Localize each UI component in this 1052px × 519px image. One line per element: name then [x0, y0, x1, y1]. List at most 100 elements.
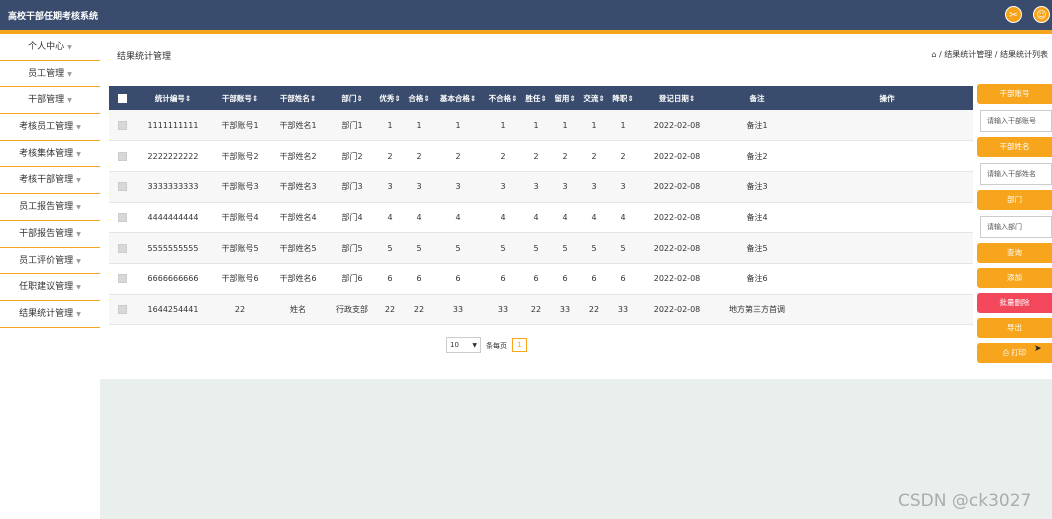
home-icon[interactable]: ⌂ [931, 50, 936, 59]
table-cell: 3 [562, 182, 568, 192]
table-cell: 33 [617, 304, 629, 314]
page-number[interactable]: 1 [512, 338, 527, 352]
table-cell: 2 [500, 151, 506, 161]
account-label: 干部账号 [977, 84, 1052, 104]
printer-icon: ⎙ [1002, 348, 1012, 357]
sort-icon[interactable]: ⇕ [356, 94, 362, 103]
result-table: 统计编号⇕ 干部账号⇕ 干部姓名⇕ 部门⇕ 优秀⇕ 合格⇕ 基本合格⇕ 不合格⇕ 胜任⇕ 留用⇕ 交… [109, 86, 973, 325]
column-header[interactable]: 备注 [713, 86, 801, 110]
column-header[interactable]: 交流⇕ [583, 86, 605, 110]
table-cell: 3 [416, 182, 422, 192]
table-cell: 备注6 [746, 274, 768, 284]
column-header[interactable]: 优秀⇕ [377, 86, 403, 110]
row-checkbox[interactable] [117, 304, 127, 314]
table-cell: 2222222222 [147, 151, 199, 161]
account-input[interactable]: 请输入干部账号 [980, 110, 1052, 132]
column-header[interactable]: 登记日期⇕ [641, 86, 713, 110]
sidebar-item[interactable]: 员工管理 ▼ [0, 61, 100, 88]
sort-icon[interactable]: ⇕ [252, 94, 258, 103]
column-header[interactable]: 胜任⇕ [525, 86, 547, 110]
sort-icon[interactable]: ⇕ [511, 94, 517, 103]
tools-icon[interactable]: ✂ [1005, 6, 1022, 23]
column-header[interactable]: 合格⇕ [403, 86, 435, 110]
user-icon[interactable]: ☺ [1033, 6, 1050, 23]
table-cell: 2 [455, 151, 461, 161]
table-cell: 33 [452, 304, 464, 314]
sidebar-item-label: 个人中心 [28, 42, 65, 52]
select-all-checkbox[interactable] [117, 93, 127, 103]
page-size-select[interactable]: 10 ▼ [446, 337, 481, 353]
sort-icon[interactable]: ⇕ [598, 94, 604, 103]
column-header[interactable]: 统计编号⇕ [135, 86, 211, 110]
sort-icon[interactable]: ⇕ [310, 94, 316, 103]
table-cell: 5555555555 [147, 243, 199, 253]
column-header-label: 合格 [408, 93, 424, 103]
table-cell: 5 [500, 243, 506, 253]
table-cell: 6 [455, 274, 461, 284]
chevron-down-icon: ▼ [76, 257, 81, 265]
table-cell: 1 [591, 120, 597, 130]
query-button[interactable]: 查询 [977, 243, 1052, 263]
table-cell: 干部账号4 [221, 212, 259, 222]
sidebar-item[interactable]: 考核员工管理 ▼ [0, 114, 100, 141]
table-cell: 1 [500, 120, 506, 130]
sort-icon[interactable]: ⇕ [423, 94, 429, 103]
add-button[interactable]: 添加 [977, 268, 1052, 288]
table-cell: 3 [533, 182, 539, 192]
sort-icon[interactable]: ⇕ [394, 94, 400, 103]
row-checkbox[interactable] [117, 120, 127, 130]
table-cell: 22 [234, 304, 246, 314]
table-cell: 5 [416, 243, 422, 253]
sidebar-item[interactable]: 结果统计管理 ▼ [0, 301, 100, 328]
column-header[interactable]: 干部账号⇕ [211, 86, 269, 110]
column-header-label: 优秀 [379, 93, 395, 103]
name-input[interactable]: 请输入干部姓名 [980, 163, 1052, 185]
column-header[interactable]: 基本合格⇕ [435, 86, 481, 110]
row-checkbox[interactable] [117, 182, 127, 192]
sidebar-item[interactable]: 干部报告管理 ▼ [0, 221, 100, 248]
table-cell: 1 [533, 120, 539, 130]
column-header[interactable]: 部门⇕ [327, 86, 377, 110]
column-header[interactable]: 留用⇕ [547, 86, 583, 110]
sort-icon[interactable]: ⇕ [540, 94, 546, 103]
table-cell: 3 [620, 182, 626, 192]
chevron-down-icon: ▼ [76, 124, 81, 132]
sidebar-item[interactable]: 考核干部管理 ▼ [0, 167, 100, 195]
table-cell: 6 [620, 274, 626, 284]
column-header[interactable]: 干部姓名⇕ [269, 86, 327, 110]
sort-icon[interactable]: ⇕ [470, 94, 476, 103]
row-checkbox[interactable] [117, 274, 127, 284]
sidebar-item[interactable]: 员工评价管理 ▼ [0, 248, 100, 275]
sidebar-item[interactable]: 员工报告管理 ▼ [0, 194, 100, 221]
chevron-down-icon: ▼ [67, 97, 72, 105]
sort-icon[interactable]: ⇕ [689, 94, 695, 103]
result-table-wrap: 统计编号⇕ 干部账号⇕ 干部姓名⇕ 部门⇕ 优秀⇕ 合格⇕ 基本合格⇕ 不合格⇕ 胜任⇕ 留用⇕ 交… [109, 86, 973, 325]
table-cell: 干部姓名5 [279, 243, 317, 253]
column-header[interactable]: 降职⇕ [605, 86, 641, 110]
table-cell: 22 [384, 304, 396, 314]
sort-icon[interactable]: ⇕ [627, 94, 633, 103]
column-header[interactable]: 不合格⇕ [481, 86, 525, 110]
sort-icon[interactable]: ⇕ [569, 94, 575, 103]
table-cell: 1 [416, 120, 422, 130]
table-cell: 干部姓名3 [279, 182, 317, 192]
sidebar-item[interactable]: 任职建议管理 ▼ [0, 274, 100, 301]
table-cell: 部门2 [341, 151, 363, 161]
breadcrumb-text[interactable]: / 结果统计管理 / 结果统计列表 [939, 50, 1048, 59]
row-select-cell [109, 202, 135, 233]
table-row: 1111111111 干部账号1 干部姓名1 部门1 1 1 1 1 1 1 1 1 2022-02-0… [109, 110, 973, 141]
row-checkbox[interactable] [117, 212, 127, 222]
sidebar-item[interactable]: 个人中心 ▼ [0, 34, 100, 61]
table-cell: 4 [620, 212, 626, 222]
sidebar: 个人中心 ▼ 员工管理 ▼ 干部管理 ▼ 考核员工管理 ▼ 考核集体管理 ▼ 考核干部管理 ▼ 员工报告… [0, 34, 100, 519]
batch-delete-button[interactable]: 批量删除 [977, 293, 1052, 313]
table-cell: 5 [387, 243, 393, 253]
export-button[interactable]: 导出 [977, 318, 1052, 338]
dept-input[interactable]: 请输入部门 [980, 216, 1052, 238]
row-checkbox[interactable] [117, 151, 127, 161]
sidebar-item[interactable]: 考核集体管理 ▼ [0, 141, 100, 168]
sidebar-item[interactable]: 干部管理 ▼ [0, 87, 100, 115]
spacer-cell [801, 171, 973, 202]
row-checkbox[interactable] [117, 243, 127, 253]
sort-icon[interactable]: ⇕ [185, 94, 191, 103]
